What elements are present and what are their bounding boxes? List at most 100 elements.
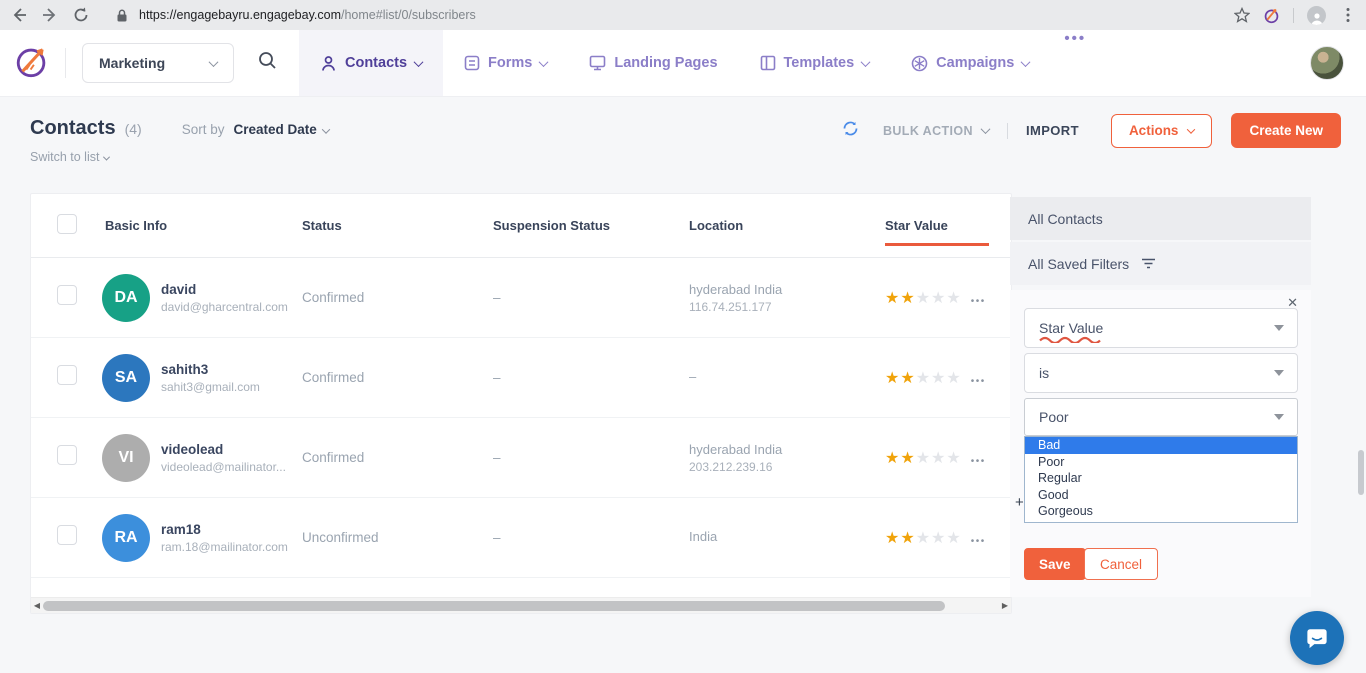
bookmark-star-icon[interactable] [1233, 7, 1250, 24]
filters-sidebar: All Contacts All Saved Filters ✕ Star Va… [1010, 197, 1311, 597]
column-location[interactable]: Location [681, 218, 876, 233]
bulk-action-dropdown[interactable]: BULK ACTION [883, 124, 989, 138]
nav-item-label: Landing Pages [614, 55, 717, 71]
row-checkbox[interactable] [57, 365, 77, 385]
row-menu-icon[interactable]: ••• [971, 288, 986, 307]
person-icon [320, 55, 337, 72]
actions-button[interactable]: Actions [1111, 114, 1213, 148]
caret-down-icon [1274, 370, 1284, 376]
table-row[interactable]: RA ram18 ram.18@mailinator.com Unconfirm… [31, 498, 1011, 578]
column-star-value[interactable]: Star Value [885, 218, 989, 246]
refresh-icon[interactable] [842, 120, 859, 142]
contact-location: hyderabad India [689, 282, 876, 297]
table-row[interactable]: DA david david@gharcentral.com Confirmed… [31, 258, 1011, 338]
add-condition-icon[interactable]: + [1015, 494, 1024, 511]
star-icon[interactable]: ★ [946, 290, 960, 307]
dropdown-option[interactable]: Poor [1025, 454, 1297, 471]
star-rating: ★★★★★ [885, 288, 962, 308]
create-new-button[interactable]: Create New [1231, 113, 1341, 148]
star-icon[interactable]: ★ [931, 290, 945, 307]
star-icon[interactable]: ★ [885, 370, 899, 387]
star-icon[interactable]: ★ [885, 290, 899, 307]
contact-name[interactable]: videolead [161, 442, 286, 457]
contact-name[interactable]: sahith3 [161, 362, 260, 377]
scroll-right-icon[interactable]: ▶ [999, 601, 1011, 610]
url-path: /home#list/0/subscribers [341, 8, 476, 22]
column-status[interactable]: Status [301, 218, 491, 233]
scroll-left-icon[interactable]: ◀ [31, 601, 43, 610]
row-checkbox[interactable] [57, 525, 77, 545]
chat-launcher[interactable] [1290, 611, 1344, 665]
nav-item-campaigns[interactable]: Campaigns [890, 30, 1050, 96]
star-icon[interactable]: ★ [931, 530, 945, 547]
nav-item-landing-pages[interactable]: Landing Pages [568, 30, 738, 96]
star-icon[interactable]: ★ [916, 290, 930, 307]
row-menu-icon[interactable]: ••• [971, 448, 986, 467]
star-icon[interactable]: ★ [916, 370, 930, 387]
dropdown-option[interactable]: Bad [1025, 437, 1297, 454]
star-icon[interactable]: ★ [900, 370, 914, 387]
dropdown-option[interactable]: Good [1025, 487, 1297, 504]
cancel-button[interactable]: Cancel [1084, 548, 1158, 580]
user-avatar[interactable] [1310, 46, 1344, 80]
all-saved-filters-item[interactable]: All Saved Filters [1010, 242, 1311, 285]
star-icon[interactable]: ★ [900, 450, 914, 467]
contact-name[interactable]: david [161, 282, 288, 297]
filter-icon [1141, 256, 1156, 272]
scrollbar-thumb[interactable] [43, 601, 945, 611]
suspension-status: – [491, 450, 681, 465]
nav-item-contacts[interactable]: Contacts [299, 30, 443, 96]
save-button[interactable]: Save [1024, 548, 1086, 580]
table-row[interactable]: SA sahith3 sahit3@gmail.com Confirmed – … [31, 338, 1011, 418]
extension-engagebay-icon[interactable] [1263, 7, 1280, 24]
star-icon[interactable]: ★ [916, 530, 930, 547]
filter-operator-dropdown[interactable]: is [1024, 353, 1298, 393]
nav-item-forms[interactable]: Forms [443, 30, 568, 96]
table-row[interactable]: VI videolead videolead@mailinator... Con… [31, 418, 1011, 498]
chevron-down-icon [861, 57, 871, 67]
star-icon[interactable]: ★ [931, 450, 945, 467]
dropdown-option[interactable]: Gorgeous [1025, 503, 1297, 520]
search-icon[interactable] [258, 51, 277, 75]
address-bar[interactable]: https://engagebayru.engagebay.com/home#l… [103, 3, 1219, 27]
reload-icon[interactable] [72, 7, 89, 24]
back-icon[interactable] [10, 7, 27, 24]
nav-item-templates[interactable]: Templates [739, 30, 891, 96]
star-icon[interactable]: ★ [946, 370, 960, 387]
dropdown-option[interactable]: Regular [1025, 470, 1297, 487]
product-switcher[interactable]: Marketing [82, 43, 234, 83]
contact-name[interactable]: ram18 [161, 522, 288, 537]
star-icon[interactable]: ★ [946, 530, 960, 547]
page-title: Contacts [30, 117, 116, 140]
sort-value-dropdown[interactable]: Created Date [233, 122, 328, 137]
nav-more-icon[interactable]: ••• [1050, 30, 1100, 96]
toolbar-divider [1293, 8, 1294, 23]
row-menu-icon[interactable]: ••• [971, 368, 986, 387]
filter-value-select[interactable]: Poor [1024, 398, 1298, 436]
browser-menu-icon[interactable] [1339, 7, 1356, 24]
contact-ip: 116.74.251.177 [689, 300, 876, 314]
star-icon[interactable]: ★ [885, 530, 899, 547]
all-contacts-item[interactable]: All Contacts [1010, 197, 1311, 240]
switch-to-list-dropdown[interactable]: Switch to list [30, 150, 109, 164]
star-icon[interactable]: ★ [931, 370, 945, 387]
star-icon[interactable]: ★ [946, 450, 960, 467]
browser-profile-icon[interactable] [1307, 6, 1326, 25]
star-icon[interactable]: ★ [885, 450, 899, 467]
forward-icon[interactable] [41, 7, 58, 24]
star-icon[interactable]: ★ [916, 450, 930, 467]
row-checkbox[interactable] [57, 285, 77, 305]
row-checkbox[interactable] [57, 445, 77, 465]
star-icon[interactable]: ★ [900, 290, 914, 307]
select-all-checkbox[interactable] [57, 214, 77, 234]
row-menu-icon[interactable]: ••• [971, 528, 986, 547]
filter-field-dropdown[interactable]: Star Value [1024, 308, 1298, 348]
vertical-scrollbar-thumb[interactable] [1358, 450, 1364, 495]
contact-count: (4) [125, 121, 142, 137]
chevron-down-icon [981, 124, 991, 134]
column-suspension-status[interactable]: Suspension Status [491, 218, 681, 233]
column-basic-info[interactable]: Basic Info [91, 218, 301, 233]
star-icon[interactable]: ★ [900, 530, 914, 547]
engagebay-logo[interactable] [13, 42, 51, 85]
import-button[interactable]: IMPORT [1026, 123, 1079, 138]
